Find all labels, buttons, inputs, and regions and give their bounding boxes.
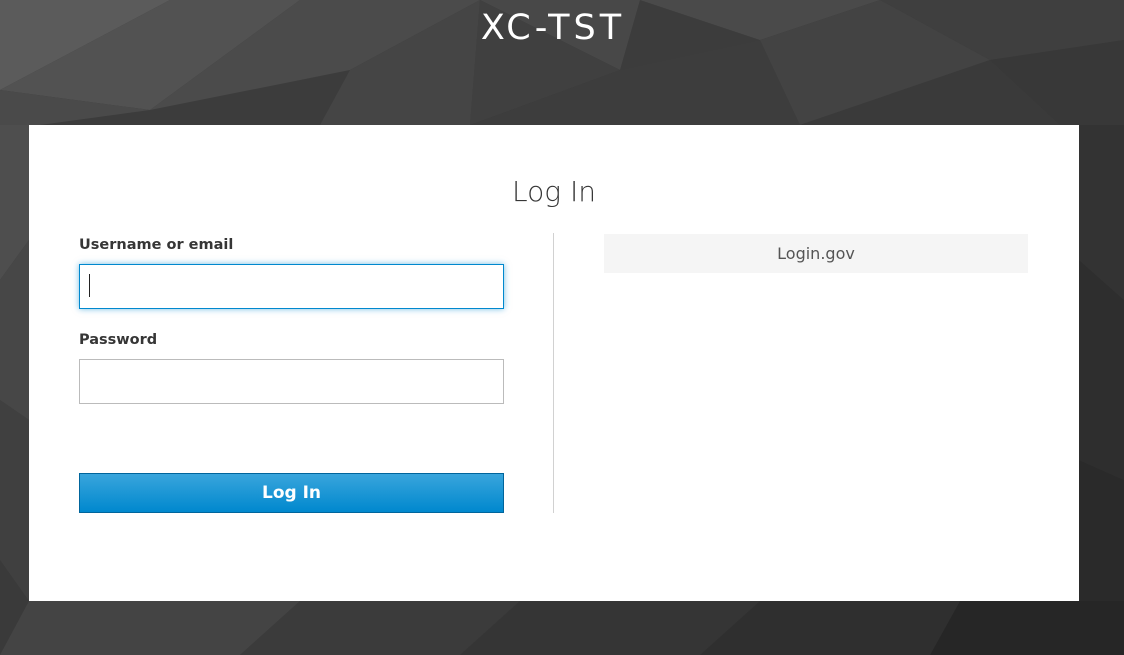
- password-input[interactable]: [79, 359, 504, 404]
- login-button[interactable]: Log In: [79, 473, 504, 513]
- column-divider: [553, 233, 554, 513]
- username-label: Username or email: [79, 237, 234, 253]
- text-cursor: [89, 274, 90, 297]
- password-label: Password: [79, 332, 158, 348]
- username-input[interactable]: [79, 264, 504, 309]
- identity-provider-login-gov-button[interactable]: Login.gov: [604, 234, 1028, 273]
- realm-title: XC-TST: [480, 8, 626, 48]
- page-title: Log In: [512, 175, 596, 208]
